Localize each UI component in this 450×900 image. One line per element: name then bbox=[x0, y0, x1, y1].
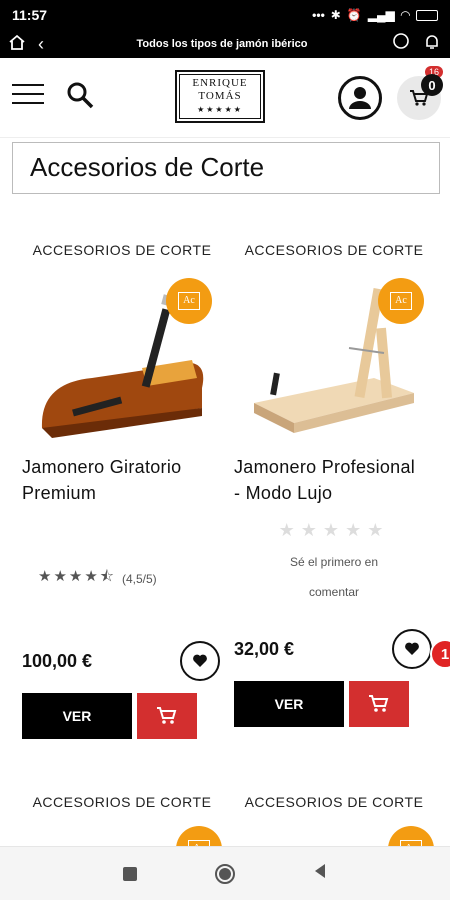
bluetooth-icon: ✱ bbox=[330, 8, 341, 22]
add-to-cart-button[interactable] bbox=[349, 681, 409, 727]
product-name[interactable]: Jamonero Profesional - Modo Lujo bbox=[234, 454, 424, 506]
user-account-icon[interactable] bbox=[338, 76, 382, 120]
system-nav-bar bbox=[0, 846, 450, 900]
product-category: ACCESORIOS DE CORTE bbox=[32, 242, 212, 258]
search-icon[interactable] bbox=[65, 80, 95, 110]
home-button-icon[interactable] bbox=[215, 863, 235, 884]
no-reviews-text: Sé el primero en comentar bbox=[234, 547, 434, 607]
product-category: ACCESORIOS DE CORTE bbox=[244, 794, 424, 810]
view-product-button[interactable]: VER bbox=[22, 693, 132, 739]
add-to-cart-button[interactable] bbox=[137, 693, 197, 739]
wishlist-heart-icon[interactable] bbox=[392, 629, 432, 669]
product-name[interactable]: Jamonero Giratorio Premium bbox=[22, 454, 212, 506]
product-image[interactable]: Ac bbox=[244, 268, 424, 438]
status-bar: 11:57 ••• ✱ ⏰ ▂▄▆ ◠ bbox=[0, 0, 450, 30]
product-price: 32,00 € bbox=[234, 638, 295, 659]
recent-apps-icon[interactable] bbox=[123, 866, 137, 881]
no-reviews-line1: Sé el primero en bbox=[289, 555, 379, 569]
status-icons: ••• ✱ ⏰ ▂▄▆ ◠ bbox=[312, 8, 438, 22]
notification-dots-icon: ••• bbox=[312, 8, 325, 22]
status-time: 11:57 bbox=[12, 7, 48, 23]
empty-rating-stars: ★★★★★ bbox=[278, 520, 390, 540]
product-image[interactable]: Ac bbox=[32, 268, 212, 438]
site-header: ENRIQUE TOMÁS ★★★★★ 16 0 bbox=[0, 58, 450, 138]
back-button-icon[interactable] bbox=[313, 863, 327, 884]
site-logo[interactable]: ENRIQUE TOMÁS ★★★★★ bbox=[175, 70, 265, 123]
back-arrow-icon[interactable]: ‹ bbox=[30, 34, 52, 55]
accesorios-badge-icon: Ac bbox=[176, 826, 222, 846]
no-reviews-line2: comentar bbox=[308, 585, 360, 599]
signal-icon: ▂▄▆ bbox=[367, 8, 395, 22]
logo-stars: ★★★★★ bbox=[197, 105, 243, 114]
accesorios-badge-icon: Ac bbox=[378, 278, 424, 324]
hamburger-menu-icon[interactable] bbox=[12, 84, 44, 106]
product-card[interactable]: ACCESORIOS DE CORTE Ac bbox=[234, 794, 434, 846]
product-category: ACCESORIOS DE CORTE bbox=[244, 242, 424, 258]
rating-stars: ★★★★⯪ bbox=[38, 568, 116, 585]
product-category: ACCESORIOS DE CORTE bbox=[32, 794, 212, 810]
product-price: 100,00 € bbox=[22, 650, 93, 671]
product-card[interactable]: ACCESORIOS DE CORTE Ac Jamonero Profesio… bbox=[234, 242, 450, 727]
battery-icon bbox=[416, 9, 438, 21]
category-title: Accesorios de Corte bbox=[12, 142, 440, 194]
home-icon[interactable] bbox=[4, 34, 30, 55]
logo-line1: ENRIQUE bbox=[192, 77, 248, 89]
rating-text: (4,5/5) bbox=[122, 571, 157, 586]
cart-icon bbox=[157, 707, 177, 724]
notification-badge[interactable]: 1 bbox=[430, 639, 450, 669]
chat-icon[interactable] bbox=[392, 32, 410, 56]
cart-icon bbox=[369, 695, 389, 712]
product-rating: ★★★★⯪ (4,5/5) bbox=[22, 566, 222, 591]
browser-title: Todos los tipos de jamón ibérico bbox=[136, 38, 308, 50]
wifi-icon: ◠ bbox=[400, 8, 410, 22]
alarm-icon: ⏰ bbox=[346, 8, 362, 22]
accesorios-badge-icon: Ac bbox=[388, 826, 434, 846]
logo-line2: TOMÁS bbox=[198, 90, 242, 102]
bell-icon[interactable] bbox=[424, 33, 440, 56]
cart-count: 0 bbox=[421, 74, 443, 96]
accesorios-badge-icon: Ac bbox=[166, 278, 212, 324]
browser-bar: ‹ Todos los tipos de jamón ibérico bbox=[0, 30, 450, 58]
product-card[interactable]: ACCESORIOS DE CORTE Ac Jamonero Giratori… bbox=[22, 242, 222, 739]
product-card[interactable]: ACCESORIOS DE CORTE Ac bbox=[22, 794, 222, 846]
cart-button[interactable]: 16 0 bbox=[397, 66, 443, 120]
wishlist-heart-icon[interactable] bbox=[180, 641, 220, 681]
view-product-button[interactable]: VER bbox=[234, 681, 344, 727]
